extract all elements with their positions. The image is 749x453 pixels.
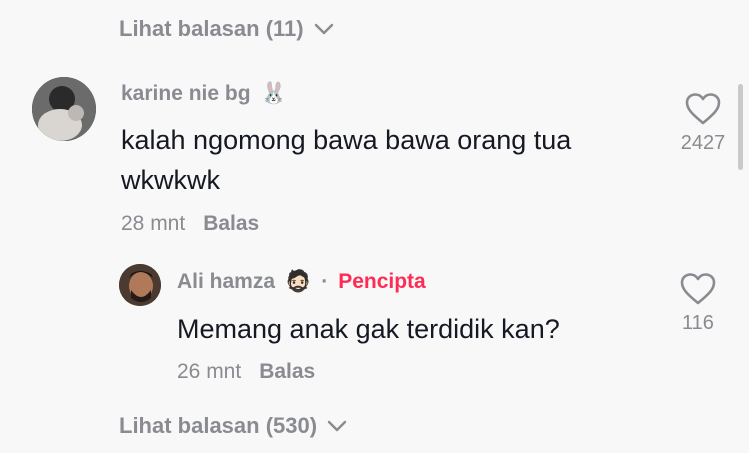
creator-badge: Pencipta <box>338 270 426 293</box>
rabbit-emoji-icon: 🐰 <box>260 82 287 105</box>
heart-outline-icon <box>680 273 716 305</box>
comment-text-line: kalah ngomong bawa bawa orang tua <box>121 125 572 155</box>
comment-timestamp: 26 mnt <box>177 360 242 383</box>
avatar-photo <box>32 77 96 141</box>
username-text[interactable]: Ali hamza <box>177 270 275 294</box>
comment-meta: 26 mnt Balas <box>177 360 315 384</box>
comment-timestamp: 28 mnt <box>121 212 186 235</box>
avatar[interactable] <box>119 264 161 306</box>
username-text: karine nie bg <box>121 82 251 105</box>
view-replies-label: Lihat balasan (11) <box>119 16 304 41</box>
view-replies-label: Lihat balasan (530) <box>119 413 318 438</box>
view-replies-button[interactable]: Lihat balasan (11) <box>119 16 334 42</box>
scrollbar[interactable] <box>738 84 743 170</box>
avatar-photo <box>119 264 161 306</box>
reply-username-row: Ali hamza 🧔🏻 · Pencipta <box>177 270 426 294</box>
like-count: 116 <box>682 312 714 334</box>
avatar[interactable] <box>32 77 96 141</box>
bearded-man-emoji-icon: 🧔🏻 <box>285 270 312 293</box>
chevron-down-icon <box>327 420 347 432</box>
comment-username[interactable]: karine nie bg 🐰 <box>121 82 287 106</box>
comment-text: Memang anak gak terdidik kan? <box>177 309 560 349</box>
chevron-down-icon <box>314 23 333 35</box>
reply-button[interactable]: Balas <box>259 360 315 384</box>
comment-text-line: wkwkwk <box>121 165 220 195</box>
like-count: 2427 <box>680 132 726 154</box>
comment-text: kalah ngomong bawa bawa orang tua wkwkwk <box>121 120 571 200</box>
comment-text-line: Memang anak gak terdidik kan? <box>177 314 560 344</box>
heart-outline-icon <box>685 93 721 125</box>
view-replies-button[interactable]: Lihat balasan (530) <box>119 413 347 439</box>
like-button[interactable]: 2427 <box>672 92 734 155</box>
like-button[interactable]: 116 <box>668 272 728 335</box>
reply-button[interactable]: Balas <box>203 212 259 236</box>
comment-meta: 28 mnt Balas <box>121 212 259 236</box>
separator-dot: · <box>321 270 329 293</box>
